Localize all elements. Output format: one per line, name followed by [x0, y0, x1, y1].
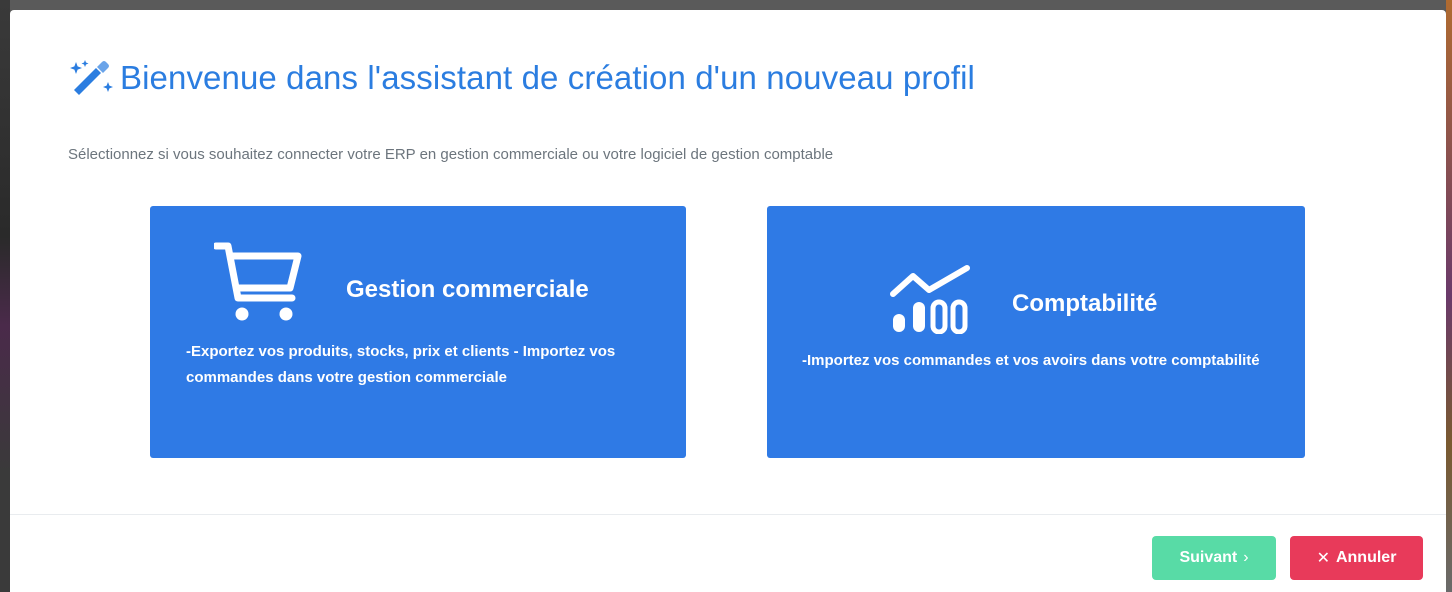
chart-line-icon	[889, 262, 973, 335]
option-gestion-commerciale[interactable]: Gestion commerciale -Exportez vos produi…	[150, 206, 686, 458]
page-subtitle: Sélectionnez si vous souhaitez connecter…	[68, 146, 834, 163]
page-title: Bienvenue dans l'assistant de création d…	[120, 59, 975, 96]
magic-wand-icon	[68, 58, 116, 98]
wizard-modal: Bienvenue dans l'assistant de création d…	[10, 10, 1446, 592]
option-description: -Importez vos commandes et vos avoirs da…	[802, 352, 1260, 369]
chevron-right-icon: ›	[1243, 549, 1249, 566]
option-comptabilite[interactable]: Comptabilité -Importez vos commandes et …	[767, 206, 1305, 458]
option-description: -Exportez vos produits, stocks, prix et …	[186, 343, 616, 386]
next-button-label: Suivant	[1179, 549, 1238, 566]
close-icon: ✕	[1316, 550, 1330, 567]
backdrop-right-edge	[1446, 0, 1452, 592]
option-title: Gestion commerciale	[346, 276, 589, 303]
cancel-button-label: Annuler	[1335, 549, 1397, 566]
footer-divider	[10, 514, 1446, 515]
cancel-button[interactable]: ✕ Annuler	[1290, 536, 1423, 580]
shopping-cart-icon	[212, 240, 304, 324]
next-button[interactable]: Suivant ›	[1152, 536, 1276, 580]
modal-header: Bienvenue dans l'assistant de création d…	[68, 58, 975, 98]
option-title: Comptabilité	[1012, 290, 1158, 317]
backdrop-left-edge	[0, 0, 10, 592]
